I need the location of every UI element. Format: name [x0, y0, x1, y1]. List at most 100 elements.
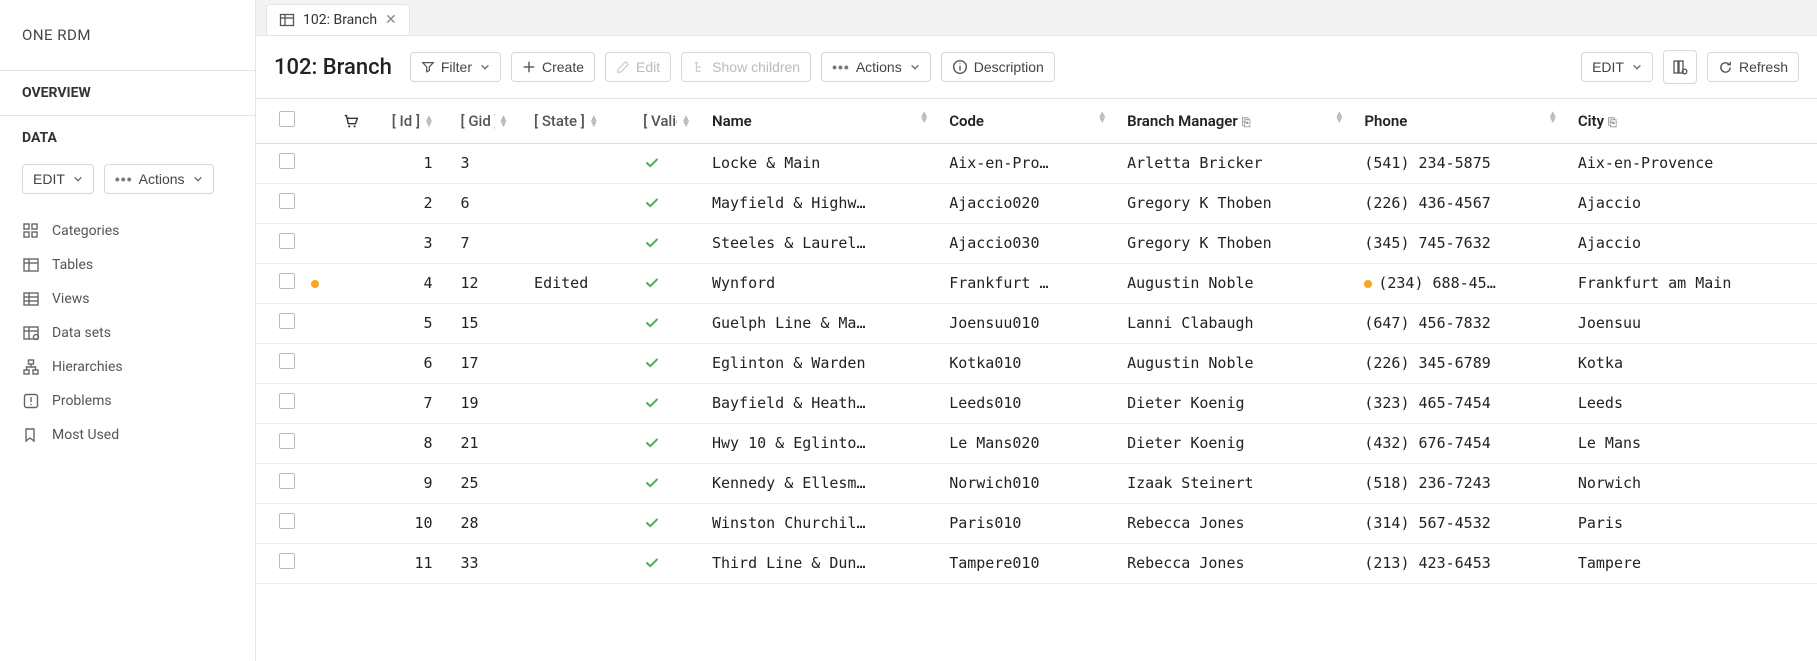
row-checkbox[interactable]: [279, 313, 295, 329]
select-all-checkbox[interactable]: [279, 111, 295, 127]
row-cart-cell[interactable]: [332, 183, 382, 223]
sidebar-item-views[interactable]: Views: [8, 282, 247, 316]
chevron-down-icon: [1632, 62, 1642, 72]
cell-code: Ajaccio030: [939, 223, 1117, 263]
cell-phone: (345) 745-7632: [1354, 223, 1568, 263]
row-checkbox[interactable]: [279, 273, 295, 289]
create-button[interactable]: Create: [511, 52, 595, 82]
header-city[interactable]: City⎘: [1568, 99, 1817, 143]
cell-manager: Gregory K Thoben: [1117, 223, 1354, 263]
sort-icon: ▲▼: [1097, 112, 1107, 124]
dots-icon: •••: [832, 59, 850, 75]
cell-state: [524, 463, 633, 503]
row-checkbox[interactable]: [279, 233, 295, 249]
row-cart-cell[interactable]: [332, 143, 382, 183]
cell-state: [524, 503, 633, 543]
header-name[interactable]: Name▲▼: [702, 99, 939, 143]
header-code[interactable]: Code▲▼: [939, 99, 1117, 143]
header-phone[interactable]: Phone▲▼: [1354, 99, 1568, 143]
cell-gid: 12: [451, 263, 525, 303]
description-label: Description: [974, 59, 1044, 75]
sidebar-item-tables[interactable]: Tables: [8, 248, 247, 282]
cell-name: Third Line & Dun…: [702, 543, 939, 583]
plus-icon: [522, 60, 536, 74]
row-cart-cell[interactable]: [332, 383, 382, 423]
cell-id: 1: [382, 143, 451, 183]
table-row[interactable]: 719Bayfield & Heath…Leeds010Dieter Koeni…: [256, 383, 1817, 423]
cell-id: 2: [382, 183, 451, 223]
columns-config-button[interactable]: [1663, 50, 1697, 84]
cell-name: Mayfield & Highw…: [702, 183, 939, 223]
sidebar-item-mostused[interactable]: Most Used: [8, 418, 247, 452]
table-row[interactable]: 412EditedWynfordFrankfurt …Augustin Nobl…: [256, 263, 1817, 303]
edit-mode-dropdown[interactable]: EDIT: [1581, 52, 1653, 82]
row-cart-cell[interactable]: [332, 423, 382, 463]
row-cart-cell[interactable]: [332, 303, 382, 343]
table-row[interactable]: 26Mayfield & Highw…Ajaccio020Gregory K T…: [256, 183, 1817, 223]
cell-id: 6: [382, 343, 451, 383]
tab-branch[interactable]: 102: Branch ✕: [266, 4, 410, 35]
row-cart-cell[interactable]: [332, 463, 382, 503]
row-cart-cell[interactable]: [332, 343, 382, 383]
edit-mode-label: EDIT: [1592, 59, 1624, 75]
sort-icon: ▲▼: [681, 116, 691, 128]
sidebar-item-hierarchies[interactable]: Hierarchies: [8, 350, 247, 384]
sidebar-actions-label: Actions: [139, 171, 185, 187]
row-cart-cell[interactable]: [332, 223, 382, 263]
table-row[interactable]: 617Eglinton & WardenKotka010Augustin Nob…: [256, 343, 1817, 383]
sidebar-section-data: DATA: [0, 115, 255, 160]
table-row[interactable]: 13Locke & MainAix-en-Pro…Arletta Bricker…: [256, 143, 1817, 183]
sidebar-actions-dropdown[interactable]: ••• Actions: [104, 164, 214, 194]
table-row[interactable]: 37Steeles & Laurel…Ajaccio030Gregory K T…: [256, 223, 1817, 263]
table-row[interactable]: 821Hwy 10 & Eglinto…Le Mans020Dieter Koe…: [256, 423, 1817, 463]
table-row[interactable]: 1133Third Line & Dun…Tampere010Rebecca J…: [256, 543, 1817, 583]
row-checkbox[interactable]: [279, 513, 295, 529]
modified-dot-icon: [311, 280, 319, 288]
row-modified-indicator: [311, 263, 332, 303]
data-table-wrap[interactable]: [ Id ]▲▼ [ Gid ]▲▼ [ State ]▲▼ [ Valid ]…: [256, 98, 1817, 661]
header-gid[interactable]: [ Gid ]▲▼: [451, 99, 525, 143]
header-state[interactable]: [ State ]▲▼: [524, 99, 633, 143]
cell-valid: [633, 143, 702, 183]
sidebar-item-datasets[interactable]: Data sets: [8, 316, 247, 350]
filter-button[interactable]: Filter: [410, 52, 501, 82]
row-checkbox[interactable]: [279, 153, 295, 169]
cell-city: Paris: [1568, 503, 1817, 543]
refresh-button[interactable]: Refresh: [1707, 52, 1799, 82]
row-checkbox[interactable]: [279, 553, 295, 569]
table-row[interactable]: 1028Winston Churchil…Paris010Rebecca Jon…: [256, 503, 1817, 543]
sidebar-item-label: Data sets: [52, 325, 111, 341]
cell-state: [524, 423, 633, 463]
sort-icon: ▲▼: [1548, 112, 1558, 124]
sidebar-item-problems[interactable]: Problems: [8, 384, 247, 418]
actions-dropdown[interactable]: ••• Actions: [821, 52, 931, 82]
cell-city: Kotka: [1568, 343, 1817, 383]
row-checkbox[interactable]: [279, 473, 295, 489]
description-button[interactable]: Description: [941, 52, 1055, 82]
header-select-all[interactable]: [256, 99, 311, 143]
sidebar-section-overview[interactable]: OVERVIEW: [0, 70, 255, 115]
row-cart-cell[interactable]: [332, 543, 382, 583]
row-checkbox[interactable]: [279, 193, 295, 209]
cell-gid: 25: [451, 463, 525, 503]
row-cart-cell[interactable]: [332, 263, 382, 303]
sidebar-edit-dropdown[interactable]: EDIT: [22, 164, 94, 194]
header-id[interactable]: [ Id ]▲▼: [382, 99, 451, 143]
chevron-down-icon: [73, 174, 83, 184]
row-checkbox[interactable]: [279, 393, 295, 409]
chevron-down-icon: [480, 62, 490, 72]
row-checkbox[interactable]: [279, 353, 295, 369]
cell-phone: (432) 676-7454: [1354, 423, 1568, 463]
row-cart-cell[interactable]: [332, 503, 382, 543]
cell-code: Kotka010: [939, 343, 1117, 383]
header-cart[interactable]: [332, 99, 382, 143]
row-modified-indicator: [311, 383, 332, 423]
header-valid[interactable]: [ Valid ]▲▼: [633, 99, 702, 143]
close-icon[interactable]: ✕: [385, 12, 397, 28]
table-row[interactable]: 515Guelph Line & Ma…Joensuu010Lanni Clab…: [256, 303, 1817, 343]
header-manager[interactable]: Branch Manager⎘▲▼: [1117, 99, 1354, 143]
row-checkbox[interactable]: [279, 433, 295, 449]
table-row[interactable]: 925Kennedy & Ellesm…Norwich010Izaak Stei…: [256, 463, 1817, 503]
sidebar-item-categories[interactable]: Categories: [8, 214, 247, 248]
cell-city: Le Mans: [1568, 423, 1817, 463]
